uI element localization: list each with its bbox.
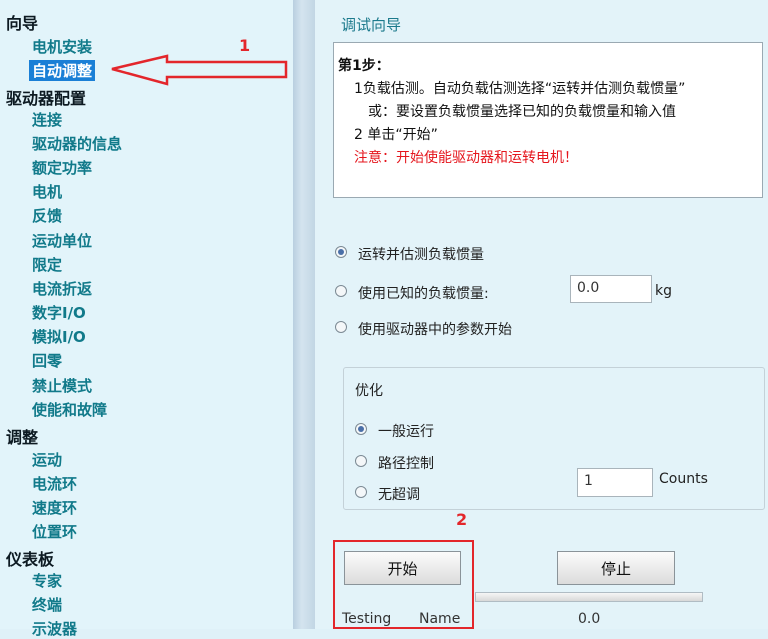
inertia-input[interactable]: 0.0 (570, 275, 652, 303)
optimize-title: 优化 (353, 380, 385, 400)
label-drive-params[interactable]: 使用驱动器中的参数开始 (358, 319, 512, 339)
radio-path-control[interactable] (355, 455, 367, 467)
nav-item-drive-info[interactable]: 驱动器的信息 (32, 133, 122, 154)
label-path-control[interactable]: 路径控制 (378, 453, 434, 473)
annotation-label-2: 2 (456, 510, 468, 529)
label-known-inertia[interactable]: 使用已知的负载惯量: (358, 283, 489, 303)
radio-no-overshoot[interactable] (355, 486, 367, 498)
warning-text: 注意：开始使能驱动器和运转电机！ (354, 150, 578, 166)
instruction-line-2: 或：要设置负载惯量选择已知的负载惯量和输入值 (368, 104, 676, 120)
nav-group-dashboard[interactable]: 仪表板 (6, 546, 54, 570)
instructions-box: 第1步： 1负载估测。自动负载估测选择“运转并估测负载惯量” 或：要设置负载惯量… (333, 42, 763, 198)
navigation-tree: 向导 电机安装 自动调整 驱动器配置 连接 驱动器的信息 额定功率 电机 反馈 … (0, 0, 293, 638)
wizard-title: 调试向导 (341, 16, 402, 34)
nav-item-connection[interactable]: 连接 (32, 109, 62, 130)
nav-item-homing[interactable]: 回零 (32, 350, 62, 371)
radio-normal-run[interactable] (355, 423, 367, 435)
nav-group-wizard[interactable]: 向导 (6, 10, 38, 34)
instruction-line-1: 1负载估测。自动负载估测选择“运转并估测负载惯量” (354, 81, 686, 97)
label-no-overshoot[interactable]: 无超调 (378, 484, 420, 504)
annotation-start-highlight-box (333, 540, 474, 629)
nav-group-tuning[interactable]: 调整 (6, 424, 38, 448)
stop-button[interactable]: 停止 (557, 551, 675, 585)
counts-unit: Counts (659, 471, 708, 487)
nav-item-current-foldback[interactable]: 电流折返 (32, 278, 92, 299)
radio-drive-params[interactable] (335, 321, 347, 333)
nav-item-analog-io[interactable]: 模拟I/O (32, 326, 86, 347)
nav-item-auto-tune[interactable]: 自动调整 (29, 60, 96, 81)
nav-item-terminal[interactable]: 终端 (32, 594, 62, 615)
panel-splitter[interactable] (293, 0, 315, 629)
nav-item-feedback[interactable]: 反馈 (32, 205, 62, 226)
radio-run-estimate[interactable] (335, 246, 347, 258)
progress-bar (475, 592, 703, 602)
nav-item-motor[interactable]: 电机 (32, 181, 62, 202)
annotation-label-1: 1 (239, 36, 251, 55)
inertia-unit: kg (655, 283, 672, 299)
nav-item-motion[interactable]: 运动 (32, 449, 62, 470)
status-value: 0.0 (578, 611, 601, 627)
step-label: 第1步： (338, 58, 390, 74)
nav-item-expert[interactable]: 专家 (32, 570, 62, 591)
radio-known-inertia[interactable] (335, 285, 347, 297)
nav-item-digital-io[interactable]: 数字I/O (32, 302, 86, 323)
nav-item-limits[interactable]: 限定 (32, 254, 62, 275)
instruction-line-3: 2 单击“开始” (354, 127, 438, 143)
nav-group-drive-config[interactable]: 驱动器配置 (6, 85, 86, 109)
label-run-estimate[interactable]: 运转并估测负载惯量 (358, 244, 484, 264)
nav-item-velocity-loop[interactable]: 速度环 (32, 497, 77, 518)
nav-item-position-loop[interactable]: 位置环 (32, 521, 77, 542)
wizard-panel: 调试向导 第1步： 1负载估测。自动负载估测选择“运转并估测负载惯量” 或：要设… (315, 0, 768, 629)
nav-item-inhibit-mode[interactable]: 禁止模式 (32, 375, 92, 396)
label-normal-run[interactable]: 一般运行 (378, 421, 434, 441)
nav-item-motion-units[interactable]: 运动单位 (32, 230, 92, 251)
nav-item-enable-fault[interactable]: 使能和故障 (32, 399, 107, 420)
nav-item-rated-power[interactable]: 额定功率 (32, 157, 92, 178)
counts-input[interactable]: 1 (577, 468, 653, 497)
nav-item-current-loop[interactable]: 电流环 (32, 473, 77, 494)
nav-item-motor-install[interactable]: 电机安装 (32, 36, 92, 57)
